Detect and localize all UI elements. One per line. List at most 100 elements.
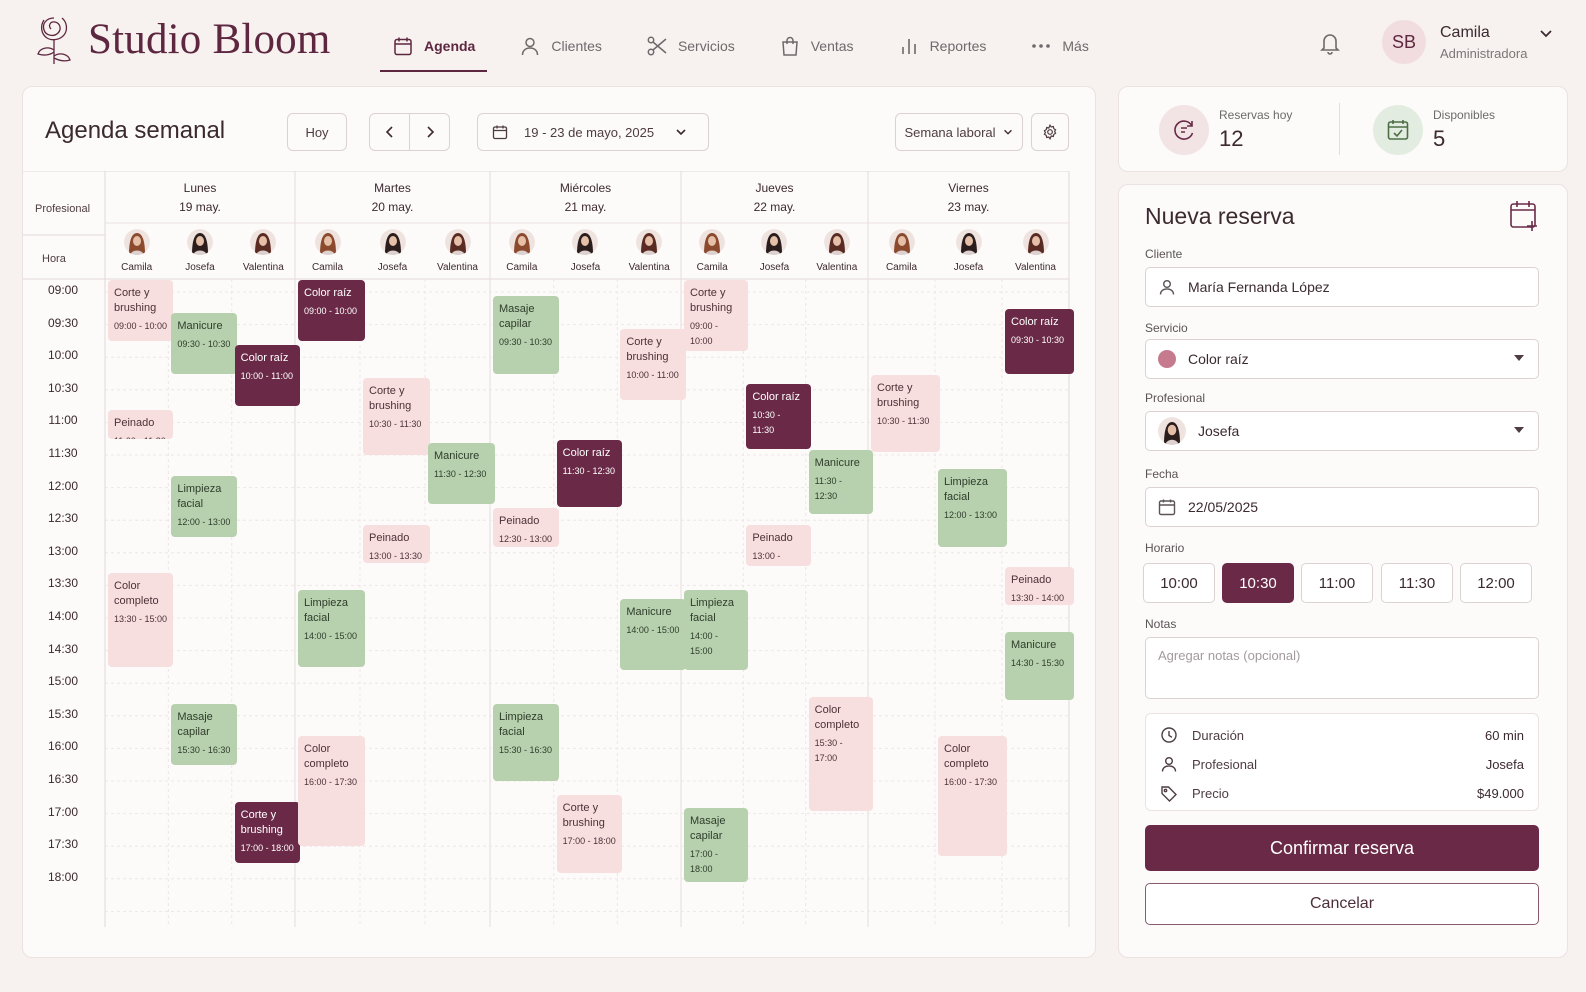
professional-name: Josefa [377, 262, 408, 273]
professional-header[interactable]: Valentina [806, 229, 868, 273]
appointment-card[interactable]: Limpieza facial 12:00 - 13:00 [171, 475, 237, 537]
appointment-card[interactable]: Color completo 15:30 - 17:00 [808, 697, 873, 811]
professional-header[interactable]: Josefa [554, 229, 618, 273]
calendar-add-icon[interactable] [1509, 199, 1541, 233]
new-booking-form: Nueva reserva Cliente María Fernanda Lóp… [1118, 184, 1568, 958]
professional-header[interactable]: Josefa [360, 229, 425, 273]
grid-lines [23, 171, 1070, 927]
appointment-card[interactable]: Limpieza facial 14:00 - 15:00 [684, 589, 749, 671]
next-week-button[interactable] [409, 113, 450, 151]
professional-header[interactable]: Camila [105, 229, 168, 273]
appointment-card[interactable]: Corte y brushing 17:00 - 18:00 [234, 801, 300, 863]
avatar [636, 229, 663, 255]
gear-icon [1043, 124, 1057, 140]
user-menu[interactable]: SB Camila Administradora [1382, 20, 1553, 64]
professional-name: Valentina [437, 262, 478, 273]
appointment-card[interactable]: Limpieza facial 15:30 - 16:30 [493, 703, 559, 782]
appointment-card[interactable]: Manicure 14:30 - 15:30 [1005, 632, 1074, 700]
avatar: SB [1382, 20, 1426, 64]
professional-header[interactable]: Josefa [168, 229, 231, 273]
appointment-card[interactable]: Masaje capilar 09:30 - 10:30 [493, 296, 559, 374]
professional-header[interactable]: Josefa [743, 229, 805, 273]
appointment-card[interactable]: Peinado 12:30 - 13:00 [493, 508, 559, 547]
professional-header[interactable]: Camila [868, 229, 935, 273]
appointment-card[interactable]: Color completo 16:00 - 17:30 [938, 736, 1007, 857]
refresh-calendar-icon [1159, 105, 1209, 155]
more-icon [1032, 44, 1051, 48]
nav-item-agenda[interactable]: Agenda [380, 22, 488, 72]
appointment-card[interactable]: Corte y brushing 10:00 - 11:00 [620, 328, 686, 400]
professional-header[interactable]: Valentina [1002, 229, 1069, 273]
appointment-card[interactable]: Color raíz 11:30 - 12:30 [556, 439, 623, 508]
nav-item-servicios[interactable]: Servicios [634, 22, 747, 70]
servicio-select[interactable]: Color raíz [1145, 339, 1539, 379]
notas-input[interactable] [1145, 637, 1539, 699]
appointment-card[interactable]: Manicure 14:00 - 15:00 [620, 599, 686, 671]
appointment-card[interactable]: Manicure 09:30 - 10:30 [171, 312, 237, 374]
appointment-card[interactable]: Masaje capilar 15:30 - 16:30 [171, 703, 237, 765]
appointment-card[interactable]: Color completo 13:30 - 15:00 [108, 573, 174, 668]
appointment-card[interactable]: Peinado 13:00 - 13:30 [746, 524, 811, 567]
cliente-field[interactable]: María Fernanda López [1145, 267, 1539, 307]
fecha-field[interactable]: 22/05/2025 [1145, 487, 1539, 527]
professional-header[interactable]: Valentina [425, 229, 490, 273]
day-name: Viernes [948, 181, 989, 195]
bell-icon[interactable] [1318, 30, 1342, 56]
appointment-card[interactable]: Peinado 13:00 - 13:30 [363, 524, 430, 563]
nav-item-reportes[interactable]: Reportes [886, 22, 999, 70]
appointment-card[interactable]: Color raíz 10:30 - 11:30 [746, 384, 811, 449]
day-date: 22 may. [753, 200, 796, 214]
appointment-card[interactable]: Corte y brushing 09:00 - 10:00 [108, 280, 174, 342]
nav-item-clientes[interactable]: Clientes [507, 22, 614, 70]
appointment-card[interactable]: Manicure 11:30 - 12:30 [428, 443, 495, 505]
appointment-card[interactable]: Color raíz 10:00 - 11:00 [234, 345, 300, 407]
today-button[interactable]: Hoy [287, 113, 347, 151]
nav-item-ventas[interactable]: Ventas [767, 22, 866, 70]
caret-down-icon [1514, 355, 1524, 361]
professional-header[interactable]: Camila [681, 229, 743, 273]
nav-label: Más [1062, 38, 1089, 54]
appointment-card[interactable]: Peinado 11:00 - 11:30 [108, 410, 174, 439]
time-slot-selected[interactable]: 10:30 [1222, 563, 1294, 603]
professional-header[interactable]: Camila [295, 229, 360, 273]
appointment-card[interactable]: Color raíz 09:30 - 10:30 [1005, 309, 1074, 374]
notas-label: Notas [1145, 617, 1177, 631]
appointment-card[interactable]: Manicure 11:30 - 12:30 [808, 449, 873, 514]
day-header: Jueves 22 may. [681, 179, 868, 217]
appointment-card[interactable]: Color raíz 09:00 - 10:00 [298, 280, 365, 342]
time-slot[interactable]: 12:00 [1460, 563, 1532, 603]
appointment-card[interactable]: Color completo 16:00 - 17:30 [298, 736, 365, 847]
professional-header[interactable]: Josefa [935, 229, 1002, 273]
hour-label: 15:30 [47, 706, 79, 721]
time-slot[interactable]: 11:30 [1381, 563, 1453, 603]
professional-header[interactable]: Valentina [617, 229, 681, 273]
summary-duration: Duración 60 min [1160, 724, 1524, 746]
appointment-card[interactable]: Limpieza facial 14:00 - 15:00 [298, 589, 365, 668]
professional-name: Josefa [570, 262, 601, 273]
profesional-select[interactable]: Josefa [1145, 411, 1539, 451]
day-header: Miércoles 21 may. [490, 179, 681, 217]
view-select[interactable]: Semana laboral [895, 113, 1023, 151]
appointment-card[interactable]: Corte y brushing 17:00 - 18:00 [556, 795, 623, 873]
time-slot[interactable]: 10:00 [1143, 563, 1215, 603]
appointment-card[interactable]: Peinado 13:30 - 14:00 [1005, 566, 1074, 606]
professional-header[interactable]: Camila [490, 229, 554, 273]
nav-item-mas[interactable]: Más [1018, 22, 1100, 70]
appointment-card[interactable]: Corte y brushing 10:30 - 11:30 [363, 377, 430, 456]
appointment-card[interactable]: Corte y brushing 10:30 - 11:30 [871, 374, 940, 453]
cancel-button[interactable]: Cancelar [1145, 883, 1539, 925]
appointment-card[interactable]: Limpieza facial 12:00 - 13:00 [938, 469, 1007, 547]
settings-button[interactable] [1031, 113, 1069, 151]
professional-header[interactable]: Valentina [232, 229, 295, 273]
summary-value: Josefa [1485, 756, 1524, 772]
prev-week-button[interactable] [369, 113, 410, 151]
appointment-time: 13:00 - 13:30 [752, 550, 781, 567]
date-range-picker[interactable]: 19 - 23 de mayo, 2025 [477, 113, 709, 151]
stat-label: Disponibles [1433, 108, 1496, 122]
appointment-card[interactable]: Corte y brushing 09:00 - 10:00 [684, 280, 749, 351]
appointment-title: Masaje capilar [177, 710, 213, 738]
brand-logo[interactable]: Studio Bloom [32, 10, 331, 68]
confirm-booking-button[interactable]: Confirmar reserva [1145, 825, 1539, 871]
appointment-card[interactable]: Masaje capilar 17:00 - 18:00 [684, 808, 749, 883]
time-slot[interactable]: 11:00 [1301, 563, 1373, 603]
